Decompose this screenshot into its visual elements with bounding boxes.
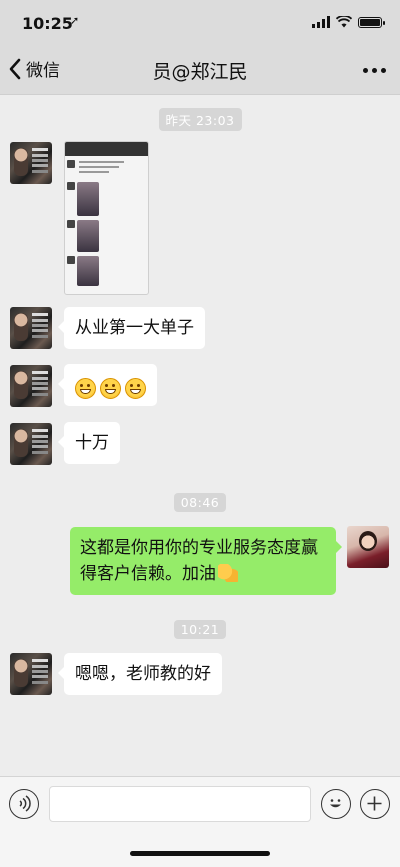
location-arrow-icon: ➚ bbox=[70, 14, 80, 27]
voice-button[interactable] bbox=[9, 789, 39, 819]
avatar[interactable] bbox=[10, 142, 52, 184]
avatar[interactable] bbox=[10, 653, 52, 695]
message-bubble[interactable] bbox=[58, 364, 157, 406]
more-icon bbox=[363, 68, 368, 73]
plus-button[interactable] bbox=[360, 789, 390, 819]
avatar[interactable] bbox=[10, 365, 52, 407]
message-text: 从业第一大单子 bbox=[75, 318, 194, 338]
message-bubble[interactable]: 这都是你用你的专业服务态度赢得客户信赖。加油 bbox=[70, 527, 342, 595]
chat-title: 员@郑江民 bbox=[152, 61, 248, 83]
signal-icon bbox=[312, 16, 330, 28]
timestamp: 08:46 bbox=[0, 492, 400, 512]
message-text: 这都是你用你的专业服务态度赢得客户信赖。加油 bbox=[80, 538, 318, 584]
emoji-icon bbox=[330, 799, 341, 808]
emoji-button[interactable] bbox=[321, 789, 351, 819]
grinning-face-icon bbox=[100, 377, 121, 399]
status-time: 10:25 bbox=[22, 14, 73, 33]
plus-icon bbox=[367, 796, 382, 811]
voice-icon bbox=[19, 795, 31, 812]
message-bubble[interactable]: 十万 bbox=[58, 422, 120, 464]
home-indicator bbox=[130, 851, 270, 856]
wifi-icon bbox=[336, 16, 352, 28]
grinning-face-icon bbox=[75, 377, 96, 399]
chat-header: 微信 员@郑江民 bbox=[0, 44, 400, 95]
message-text: 嗯嗯，老师教的好 bbox=[75, 664, 211, 684]
timestamp: 昨天 23:03 bbox=[0, 108, 400, 131]
image-message[interactable] bbox=[64, 141, 149, 295]
status-icons bbox=[312, 16, 385, 28]
avatar[interactable] bbox=[10, 423, 52, 465]
message-bubble[interactable]: 嗯嗯，老师教的好 bbox=[58, 653, 222, 695]
flexed-biceps-icon bbox=[218, 564, 238, 582]
message-text: 十万 bbox=[75, 433, 109, 453]
battery-icon bbox=[358, 17, 385, 28]
more-button[interactable] bbox=[363, 68, 386, 73]
grinning-face-icon bbox=[125, 377, 146, 399]
message-input[interactable] bbox=[49, 786, 311, 822]
status-bar: 10:25 ➚ bbox=[0, 0, 400, 44]
avatar[interactable] bbox=[10, 307, 52, 349]
message-bubble[interactable]: 从业第一大单子 bbox=[58, 307, 205, 349]
timestamp: 10:21 bbox=[0, 619, 400, 639]
avatar[interactable] bbox=[347, 526, 389, 568]
